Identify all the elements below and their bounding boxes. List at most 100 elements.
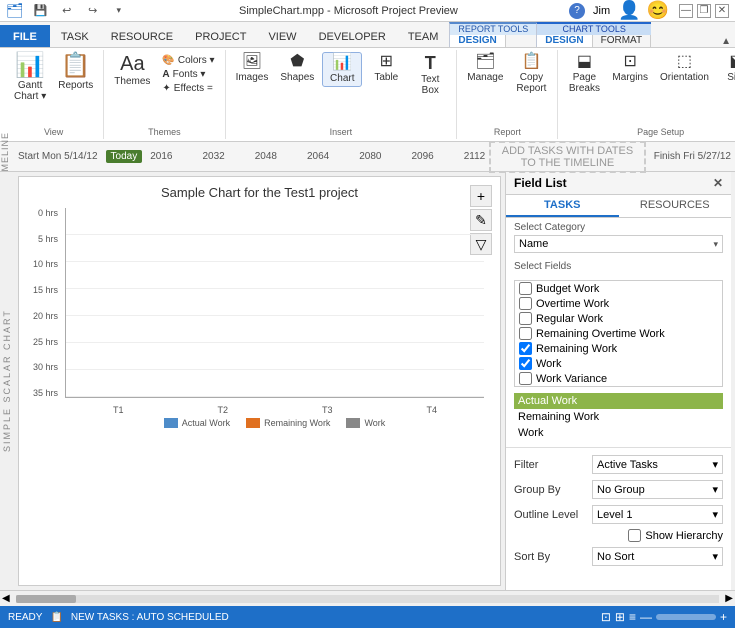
close-btn[interactable]: ✕ bbox=[715, 4, 729, 18]
effects-btn[interactable]: ✦ Effects = bbox=[158, 82, 218, 95]
select-category-label: Select Category bbox=[514, 222, 723, 233]
scroll-left-btn[interactable]: ◀ bbox=[0, 593, 12, 604]
help-btn[interactable]: ? bbox=[569, 3, 585, 19]
scroll-track[interactable] bbox=[16, 595, 720, 603]
sort-by-value: No Sort bbox=[597, 551, 634, 563]
selected-field-remaining-work[interactable]: Remaining Work bbox=[514, 409, 723, 425]
category-dropdown[interactable]: Name ▾ bbox=[514, 235, 723, 253]
themes-btn[interactable]: Aa Themes bbox=[110, 52, 154, 89]
ribbon-group-page-setup: ⬓ PageBreaks ⊡ Margins ⬚ Orientation ⬕ S… bbox=[558, 50, 735, 139]
copy-report-btn[interactable]: 📋 CopyReport bbox=[511, 52, 551, 96]
panel-close-btn[interactable]: ✕ bbox=[713, 176, 723, 190]
size-btn[interactable]: ⬕ Size bbox=[717, 52, 735, 85]
chart-btn[interactable]: 📊 Chart bbox=[322, 52, 362, 87]
status-icon-2[interactable]: ⊞ bbox=[615, 610, 625, 624]
zoom-in-btn[interactable]: + bbox=[720, 610, 727, 624]
sort-by-dropdown[interactable]: No Sort ▾ bbox=[592, 547, 723, 566]
chart-container: 35 hrs 30 hrs 25 hrs 20 hrs 15 hrs 10 hr… bbox=[27, 208, 492, 428]
customize-btn[interactable]: ▾ bbox=[110, 2, 128, 20]
scroll-right-btn[interactable]: ▶ bbox=[723, 593, 735, 604]
fonts-btn[interactable]: A Fonts ▾ bbox=[158, 68, 218, 81]
checkbox-work-variance[interactable] bbox=[519, 372, 532, 385]
shapes-btn[interactable]: ⬟ Shapes bbox=[276, 52, 318, 85]
tab-project[interactable]: PROJECT bbox=[184, 25, 257, 47]
themes-icon: Aa bbox=[120, 54, 144, 74]
tab-view[interactable]: VIEW bbox=[257, 25, 307, 47]
tab-chart-design[interactable]: DESIGN bbox=[537, 35, 592, 47]
insert-group-label: Insert bbox=[330, 125, 353, 137]
status-right: ⊡ ⊞ ≡ — + bbox=[601, 610, 727, 624]
field-work[interactable]: Work bbox=[515, 356, 722, 371]
select-fields-section: Select Fields bbox=[506, 257, 731, 276]
field-remaining-work[interactable]: Remaining Work bbox=[515, 341, 722, 356]
quick-access-toolbar: 🗂 💾 ↩ ↪ ▾ bbox=[6, 2, 128, 20]
page-breaks-btn[interactable]: ⬓ PageBreaks bbox=[564, 52, 604, 96]
colors-btn[interactable]: 🎨 Colors ▾ bbox=[158, 54, 218, 67]
tab-report-design[interactable]: DESIGN bbox=[450, 35, 505, 47]
group-by-dropdown-arrow: ▾ bbox=[712, 483, 718, 496]
tab-resource[interactable]: RESOURCE bbox=[100, 25, 184, 47]
expand-ribbon-btn[interactable]: ▲ bbox=[721, 36, 731, 47]
status-icon-1[interactable]: ⊡ bbox=[601, 610, 611, 624]
reports-icon: 📋 bbox=[61, 54, 91, 78]
zoom-slider[interactable] bbox=[656, 614, 716, 620]
text-box-btn[interactable]: T TextBox bbox=[410, 52, 450, 98]
legend-work: Work bbox=[346, 418, 385, 428]
chart-title: Sample Chart for the Test1 project bbox=[27, 185, 492, 200]
checkbox-remaining-work[interactable] bbox=[519, 342, 532, 355]
filter-dropdown-arrow: ▾ bbox=[712, 458, 718, 471]
manage-btn[interactable]: 🗂 Manage bbox=[463, 52, 507, 85]
field-budget-work[interactable]: Budget Work bbox=[515, 281, 722, 296]
minimize-btn[interactable]: — bbox=[679, 4, 693, 18]
margins-btn[interactable]: ⊡ Margins bbox=[608, 52, 652, 85]
chart-area[interactable]: Sample Chart for the Test1 project + ✎ ▽… bbox=[18, 176, 501, 586]
save-quick-btn[interactable]: 💾 bbox=[32, 2, 50, 20]
ready-label: READY bbox=[8, 612, 42, 623]
field-regular-work[interactable]: Regular Work bbox=[515, 311, 722, 326]
orientation-btn[interactable]: ⬚ Orientation bbox=[656, 52, 713, 85]
themes-stack: 🎨 Colors ▾ A Fonts ▾ ✦ Effects = bbox=[158, 54, 218, 95]
images-btn[interactable]: 🖼 Images bbox=[232, 52, 273, 85]
checkbox-work[interactable] bbox=[519, 357, 532, 370]
group-by-dropdown[interactable]: No Group ▾ bbox=[592, 480, 723, 499]
field-overtime-work[interactable]: Overtime Work bbox=[515, 296, 722, 311]
tab-resources[interactable]: RESOURCES bbox=[619, 195, 732, 217]
tab-task[interactable]: TASK bbox=[50, 25, 100, 47]
fonts-icon: A bbox=[162, 69, 169, 80]
show-hierarchy-checkbox[interactable] bbox=[628, 529, 641, 542]
status-bar: READY 📋 NEW TASKS : AUTO SCHEDULED ⊡ ⊞ ≡… bbox=[0, 606, 735, 628]
filter-dropdown[interactable]: Active Tasks ▾ bbox=[592, 455, 723, 474]
tab-tasks[interactable]: TASKS bbox=[506, 195, 619, 217]
redo-btn[interactable]: ↪ bbox=[84, 2, 102, 20]
field-label-remaining-work: Remaining Work bbox=[536, 343, 617, 355]
table-btn[interactable]: ⊞ Table bbox=[366, 52, 406, 85]
tab-developer[interactable]: DEVELOPER bbox=[308, 25, 397, 47]
scroll-thumb[interactable] bbox=[16, 595, 76, 603]
checkbox-overtime-work[interactable] bbox=[519, 297, 532, 310]
selected-field-work[interactable]: Work bbox=[514, 425, 723, 441]
tab-team[interactable]: TEAM bbox=[397, 25, 450, 47]
reports-btn[interactable]: 📋 Reports bbox=[54, 52, 97, 93]
undo-btn[interactable]: ↩ bbox=[58, 2, 76, 20]
gantt-chart-btn[interactable]: 📊 GanttChart ▾ bbox=[10, 52, 50, 104]
status-icon-3[interactable]: ≡ bbox=[629, 610, 636, 624]
ribbon-group-view: 📊 GanttChart ▾ 📋 Reports View bbox=[4, 50, 104, 139]
chart-y-axis: 35 hrs 30 hrs 25 hrs 20 hrs 15 hrs 10 hr… bbox=[27, 208, 62, 398]
outline-level-dropdown[interactable]: Level 1 ▾ bbox=[592, 505, 723, 524]
checkbox-budget-work[interactable] bbox=[519, 282, 532, 295]
horizontal-scroll-area[interactable]: ◀ ▶ bbox=[0, 590, 735, 606]
finish-date: Fri 5/27/12 bbox=[683, 151, 731, 162]
checkbox-regular-work[interactable] bbox=[519, 312, 532, 325]
add-chart-element-btn[interactable]: + bbox=[470, 185, 492, 207]
restore-btn[interactable]: ❐ bbox=[697, 4, 711, 18]
tab-file[interactable]: FILE bbox=[0, 25, 50, 47]
zoom-out-btn[interactable]: — bbox=[640, 610, 652, 624]
chart-insert-icon: 📊 bbox=[332, 55, 352, 71]
field-remaining-overtime-work[interactable]: Remaining Overtime Work bbox=[515, 326, 722, 341]
ribbon: 📊 GanttChart ▾ 📋 Reports View Aa Themes … bbox=[0, 48, 735, 142]
field-work-variance[interactable]: Work Variance bbox=[515, 371, 722, 386]
tab-chart-format[interactable]: FORMAT bbox=[593, 35, 651, 47]
panel-header: Field List ✕ bbox=[506, 172, 731, 195]
checkbox-remaining-overtime-work[interactable] bbox=[519, 327, 532, 340]
selected-field-actual-work[interactable]: Actual Work bbox=[514, 393, 723, 409]
